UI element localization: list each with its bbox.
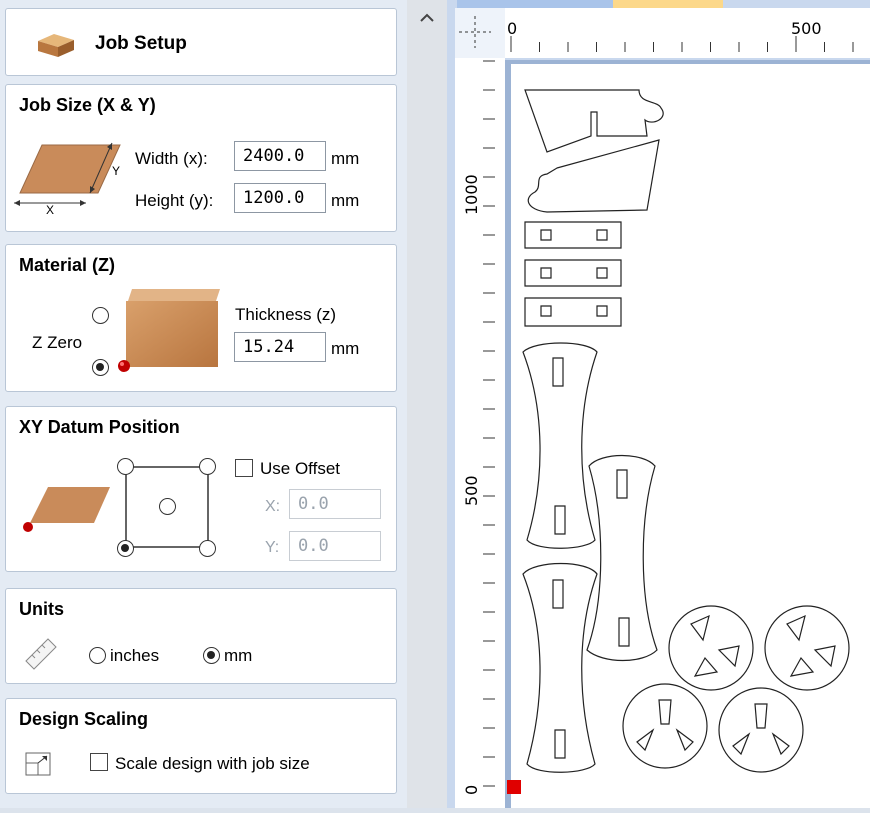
datum-center-radio[interactable] <box>159 498 176 515</box>
thickness-unit: mm <box>331 339 360 358</box>
units-section: Units inches mm <box>5 588 397 684</box>
z-zero-top-radio[interactable] <box>92 307 109 324</box>
thickness-input[interactable]: 15.24 <box>234 332 326 362</box>
panel-scrollbar[interactable] <box>407 0 447 808</box>
diagram-y-label: Y <box>112 164 120 178</box>
design-canvas[interactable]: 0 500 1000 500 0 <box>447 0 870 808</box>
offset-y-label: Y: <box>265 539 280 556</box>
datum-top-left-radio[interactable] <box>117 458 134 475</box>
job-setup-header: Job Setup <box>5 8 397 76</box>
thickness-label: Thickness (z) <box>235 305 337 324</box>
z-zero-marker-icon <box>118 360 130 372</box>
origin-marker <box>507 780 521 794</box>
wood-block-icon <box>38 34 74 57</box>
material-block-diagram <box>126 289 220 367</box>
offset-x-label: X: <box>265 498 281 515</box>
xy-datum-title: XY Datum Position <box>19 417 180 437</box>
datum-bottom-right-radio[interactable] <box>199 540 216 557</box>
scale-design-checkbox[interactable] <box>90 753 108 771</box>
height-input[interactable]: 1200.0 <box>234 183 326 213</box>
left-ruler-label-0: 0 <box>462 785 481 795</box>
left-ruler-label-1000: 1000 <box>462 174 481 215</box>
width-label: Width (x): <box>135 149 208 168</box>
material-section: Material (Z) Z Zero Thickness (z) 15.24 … <box>5 244 397 392</box>
top-ruler-label-0: 0 <box>507 19 517 38</box>
drawing-area[interactable]: 0 500 1000 500 0 <box>447 0 870 808</box>
z-zero-label: Z Zero <box>32 333 83 352</box>
left-ruler-label-500: 500 <box>462 475 481 506</box>
height-label: Height (y): <box>135 191 214 210</box>
job-size-section: Job Size (X & Y) X Y Width (x): 2400.0 m… <box>5 84 397 232</box>
offset-x-input[interactable]: 0.0 <box>289 489 381 519</box>
datum-bottom-left-radio[interactable] <box>117 540 134 557</box>
units-inches-radio[interactable] <box>89 647 106 664</box>
diagram-x-label: X <box>46 203 54 215</box>
offset-y-input[interactable]: 0.0 <box>289 531 381 561</box>
width-unit: mm <box>331 149 360 168</box>
units-inches-label: inches <box>110 646 160 665</box>
xy-datum-section: XY Datum Position Use Offset X: 0.0 Y: 0… <box>5 406 397 572</box>
material-title: Material (Z) <box>19 255 116 275</box>
scroll-up-icon[interactable] <box>419 12 435 24</box>
datum-diagram <box>23 487 110 532</box>
z-zero-bottom-radio[interactable] <box>92 359 109 376</box>
use-offset-checkbox[interactable] <box>235 459 253 477</box>
job-size-diagram: X Y <box>14 142 121 215</box>
units-mm-radio[interactable] <box>203 647 220 664</box>
use-offset-label: Use Offset <box>260 459 340 478</box>
job-setup-title: Job Setup <box>95 33 187 54</box>
ruler-icon <box>25 638 57 670</box>
design-scaling-title: Design Scaling <box>19 709 149 729</box>
width-input[interactable]: 2400.0 <box>234 141 326 171</box>
height-unit: mm <box>331 191 360 210</box>
datum-top-right-radio[interactable] <box>199 458 216 475</box>
job-size-title: Job Size (X & Y) <box>19 95 156 115</box>
scale-design-label: Scale design with job size <box>115 754 310 773</box>
top-ruler-label-500: 500 <box>791 19 822 38</box>
units-title: Units <box>19 599 64 619</box>
scale-icon <box>25 752 51 776</box>
units-mm-label: mm <box>224 646 253 665</box>
design-scaling-section: Design Scaling Scale design with job siz… <box>5 698 397 794</box>
job-setup-panel: Job Setup Job Size (X & Y) X Y Width (x)… <box>0 0 407 808</box>
